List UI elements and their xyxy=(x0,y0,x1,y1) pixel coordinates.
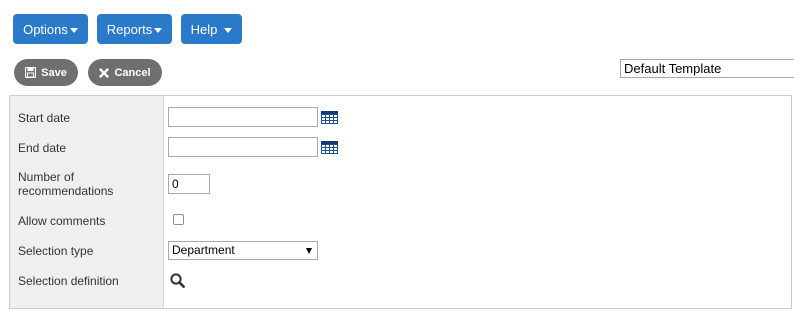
allow-comments-checkbox[interactable] xyxy=(173,214,184,225)
start-date-input[interactable] xyxy=(168,107,318,127)
recommendations-label-line2: recommendations xyxy=(18,184,114,198)
save-label: Save xyxy=(41,66,67,79)
caret-down-icon xyxy=(69,27,78,33)
end-date-label: End date xyxy=(18,141,67,155)
recommendations-label-line1: Number of xyxy=(18,170,75,184)
options-menu-label: Options xyxy=(23,21,68,37)
calendar-icon[interactable] xyxy=(321,111,338,124)
reports-menu-button[interactable]: Reports xyxy=(97,14,172,44)
template-select[interactable]: Default Template xyxy=(620,59,794,78)
template-selected-value: Default Template xyxy=(624,61,722,76)
floppy-disk-icon xyxy=(25,67,37,78)
caret-down-icon xyxy=(154,27,163,33)
help-menu-button[interactable]: Help xyxy=(181,14,242,44)
recommendations-input[interactable] xyxy=(168,174,210,194)
selection-definition-label: Selection definition xyxy=(18,274,119,288)
end-date-input[interactable] xyxy=(168,137,318,157)
options-menu-button[interactable]: Options xyxy=(13,14,88,44)
calendar-icon[interactable] xyxy=(321,141,338,154)
dropdown-arrow-icon xyxy=(306,248,312,254)
selection-type-select[interactable]: Department xyxy=(168,241,318,260)
selection-type-label: Selection type xyxy=(18,244,94,258)
x-icon xyxy=(99,67,110,78)
save-button[interactable]: Save xyxy=(14,59,78,86)
help-menu-label: Help xyxy=(190,21,218,37)
reports-menu-label: Reports xyxy=(106,21,153,37)
allow-comments-label: Allow comments xyxy=(18,214,106,228)
selection-type-value: Department xyxy=(172,243,235,257)
start-date-label: Start date xyxy=(18,111,71,125)
cancel-label: Cancel xyxy=(114,66,151,79)
magnifier-icon[interactable] xyxy=(170,273,185,291)
form-panel: Start date End date Number of recommenda… xyxy=(9,95,792,309)
caret-down-icon xyxy=(224,27,233,33)
cancel-button[interactable]: Cancel xyxy=(88,59,162,86)
